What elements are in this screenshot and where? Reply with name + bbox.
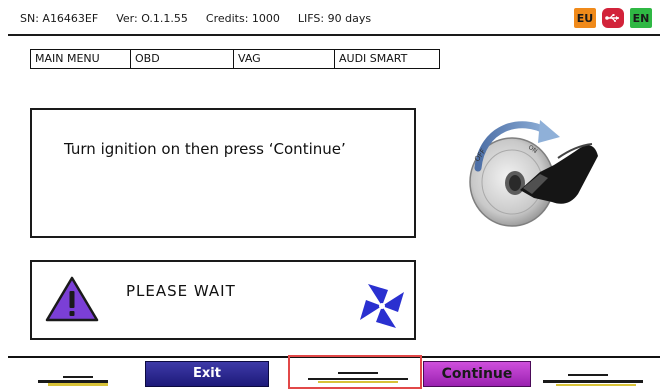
firmware-version: Ver: O.1.1.55 <box>116 11 188 25</box>
exit-button[interactable]: Exit <box>145 361 269 387</box>
instruction-panel: Turn ignition on then press ‘Continue’ <box>30 108 416 238</box>
usb-icon <box>602 8 624 28</box>
ignition-key-icon: OFF ON <box>460 110 600 239</box>
region-eu-icon[interactable]: EU <box>574 8 596 28</box>
instruction-text: Turn ignition on then press ‘Continue’ <box>64 140 346 158</box>
breadcrumb-main-menu[interactable]: MAIN MENU <box>31 50 131 68</box>
breadcrumb-audi-smart[interactable]: AUDI SMART <box>335 50 439 68</box>
warning-triangle-icon <box>44 274 100 328</box>
language-en-icon[interactable]: EN <box>630 8 652 28</box>
status-icons: EU EN <box>574 8 652 28</box>
status-panel: PLEASE WAIT <box>30 260 416 340</box>
lifs-remaining: LIFS: 90 days <box>297 11 372 25</box>
spinner-fan-icon <box>354 278 410 338</box>
focus-highlight <box>288 355 422 389</box>
continue-button[interactable]: Continue <box>423 361 531 387</box>
serial-number: SN: A16463EF <box>20 11 99 25</box>
please-wait-text: PLEASE WAIT <box>126 282 236 300</box>
breadcrumb: MAIN MENU OBD VAG AUDI SMART <box>30 49 440 69</box>
credits-count: Credits: 1000 <box>205 11 280 25</box>
breadcrumb-obd[interactable]: OBD <box>131 50 234 68</box>
status-bar: SN: A16463EF Ver: O.1.1.55 Credits: 1000… <box>8 2 660 36</box>
breadcrumb-vag[interactable]: VAG <box>234 50 335 68</box>
